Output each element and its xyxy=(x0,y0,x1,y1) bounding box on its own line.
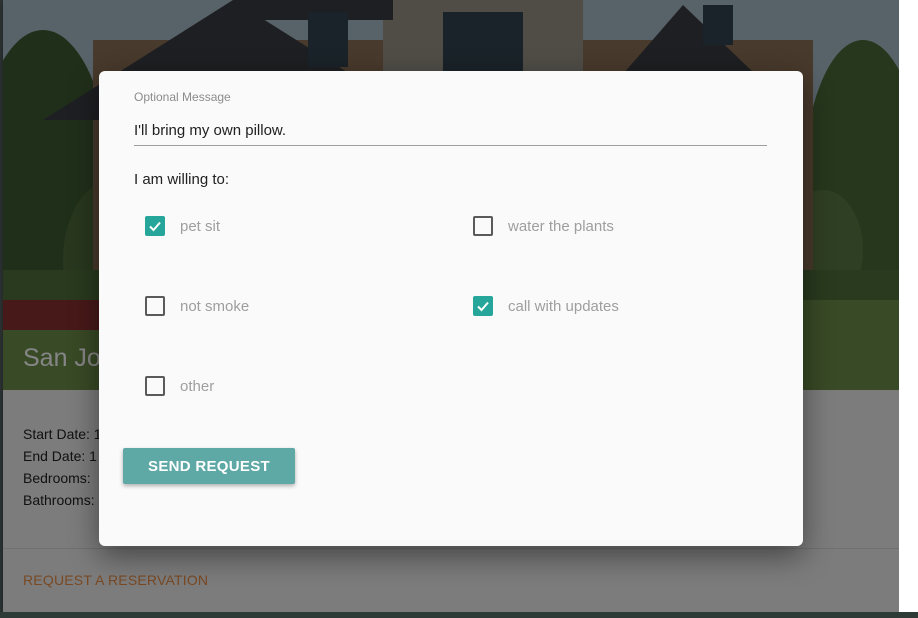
page-edge-right xyxy=(899,0,918,618)
option-other[interactable]: other xyxy=(145,376,214,396)
option-label: call with updates xyxy=(508,297,619,315)
checkbox[interactable] xyxy=(473,216,493,236)
checkbox[interactable] xyxy=(145,376,165,396)
check-icon xyxy=(149,221,161,232)
option-not-smoke[interactable]: not smoke xyxy=(145,296,249,316)
message-label: Optional Message xyxy=(134,90,231,104)
check-icon xyxy=(477,301,489,312)
send-request-button[interactable]: SEND REQUEST xyxy=(123,448,295,484)
page-edge-bottom xyxy=(0,612,918,618)
message-input[interactable] xyxy=(134,115,767,146)
option-label: pet sit xyxy=(180,217,221,235)
checkbox[interactable] xyxy=(145,296,165,316)
request-dialog: Optional Message I am willing to: pet si… xyxy=(99,71,803,546)
option-label: other xyxy=(180,377,215,395)
option-water-plants[interactable]: water the plants xyxy=(473,216,614,236)
option-call-updates[interactable]: call with updates xyxy=(473,296,619,316)
willing-label: I am willing to: xyxy=(134,171,230,188)
checkbox[interactable] xyxy=(473,296,493,316)
option-label: water the plants xyxy=(508,217,614,235)
checkbox[interactable] xyxy=(145,216,165,236)
option-pet-sit[interactable]: pet sit xyxy=(145,216,220,236)
option-label: not smoke xyxy=(180,297,250,315)
